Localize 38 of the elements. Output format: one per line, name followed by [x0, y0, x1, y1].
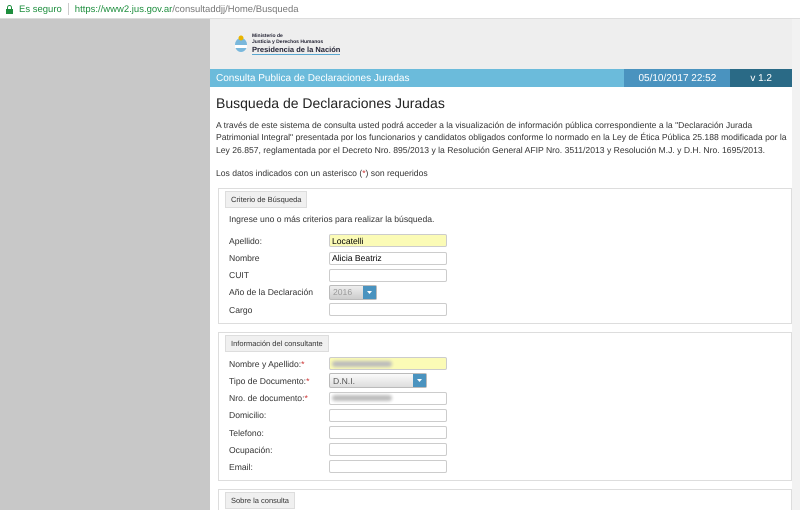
- version-label: v 1.2: [730, 69, 792, 87]
- field-label: Cargo: [229, 304, 254, 315]
- field-label: Apellido:: [229, 236, 263, 246]
- coat-of-arms-icon: [234, 35, 248, 53]
- intro-paragraph: A través de este sistema de consulta usted podrá acceder a la visualización de información pública correspondiente a la "Declaración Jurada Patrimonial Integral" presentada por los funcionarios y candidatos obligados conforme lo normado en la Ley de Ética Pública 25.188 modificada por la Ley 26.857, reglamentada por el Decreto Nro. 895/2013 y la Resolución General AFIP Nro. 3511/2013 y Resolución M.J. y D.H. Nro. 1695/2013.: [216, 119, 788, 156]
- field-label: Email:: [229, 462, 254, 472]
- field-label: CUIT: [229, 270, 250, 280]
- field-label: Telefono:: [229, 428, 265, 438]
- input-field[interactable]: [329, 408, 447, 422]
- input-field[interactable]: [329, 426, 447, 439]
- input-field[interactable]: [329, 357, 447, 370]
- input-field[interactable]: [329, 460, 447, 474]
- input-field[interactable]: [329, 443, 447, 456]
- page-title: Busqueda de Declaraciones Juradas: [216, 95, 446, 111]
- input-field[interactable]: [329, 268, 447, 282]
- field-label: Nombre y Apellido:*: [229, 358, 306, 369]
- app-title: Consulta Publica de Declaraciones Juradas: [215, 72, 410, 86]
- security-label: Es seguro: [19, 4, 62, 14]
- input-field[interactable]: [329, 303, 447, 316]
- caret-icon: [413, 374, 426, 388]
- datetime-label: 05/10/2017 22:52: [624, 69, 730, 87]
- blurred-value: [332, 395, 392, 402]
- dropdown[interactable]: D.N.I.: [329, 373, 427, 388]
- field-label: Nro. de documento:*: [229, 393, 309, 404]
- url-field[interactable]: https://www2.jus.gov.ar/consultaddjj/Home/Busqueda: [74, 4, 299, 14]
- input-field[interactable]: Locatelli: [329, 234, 447, 248]
- lock-icon: [6, 4, 13, 14]
- field-label: Domicilio:: [229, 410, 268, 420]
- caret-icon: [363, 286, 376, 299]
- hint-text: Ingrese uno o más criterios para realizar la búsqueda.: [229, 214, 436, 224]
- input-field[interactable]: Alicia Beatriz: [329, 252, 447, 264]
- required-note: Los datos indicados con un asterisco (*) son requeridos: [216, 168, 429, 178]
- field-label: Ocupación:: [229, 444, 274, 455]
- field-label: Año de la Declaración: [229, 287, 314, 298]
- blurred-value: [332, 360, 392, 367]
- field-label: Tipo de Documento:*: [229, 376, 310, 386]
- field-label: Nombre: [229, 253, 261, 263]
- input-field[interactable]: [329, 392, 447, 405]
